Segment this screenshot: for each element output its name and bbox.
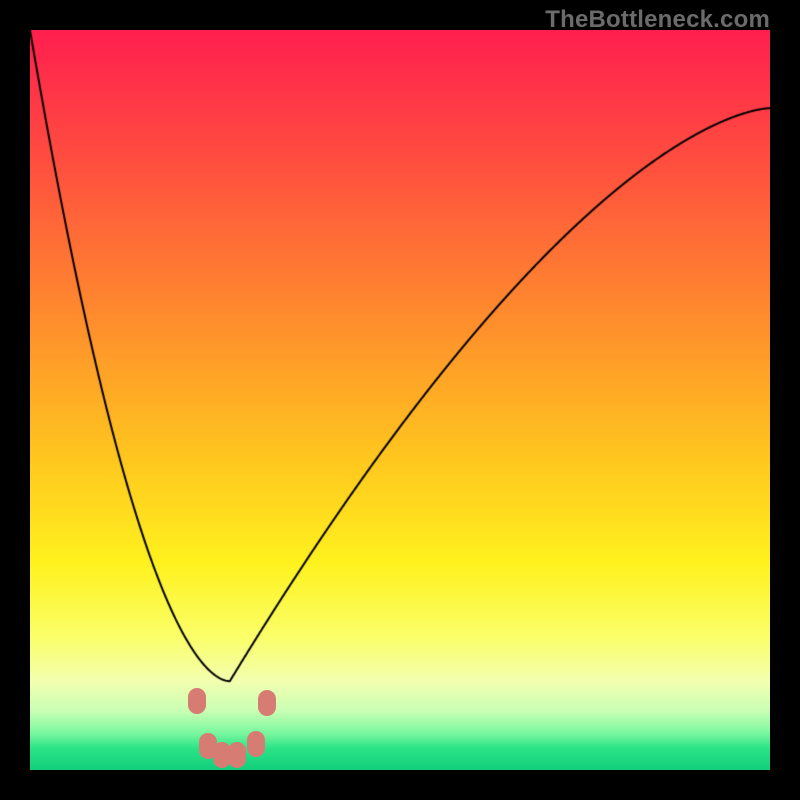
curve-marker: [247, 731, 265, 757]
curve-marker: [258, 690, 276, 716]
bottleneck-curve: [30, 30, 770, 770]
chart-frame: TheBottleneck.com: [0, 0, 800, 800]
curve-marker: [188, 688, 206, 714]
curve-marker: [228, 742, 246, 768]
watermark-text: TheBottleneck.com: [545, 6, 770, 34]
plot-area: [30, 30, 770, 770]
